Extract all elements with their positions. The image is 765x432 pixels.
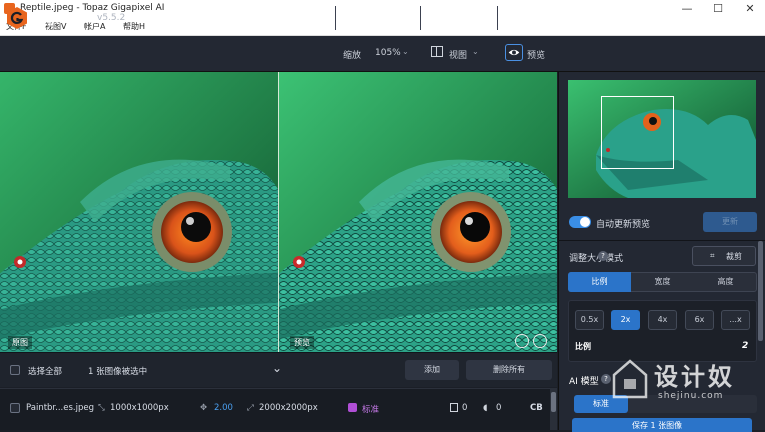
select-all-label[interactable]: 选择全部	[28, 365, 62, 377]
input-size: 1000x1000px	[110, 403, 169, 413]
smile-icon[interactable]	[515, 334, 529, 348]
crop-icon: ⌗	[710, 251, 715, 260]
model-badge: 标准	[362, 405, 380, 415]
watermark-text: 设计奴	[654, 363, 735, 391]
scale-4x-button[interactable]: 4x	[648, 310, 677, 330]
navigator-viewport-box[interactable]	[601, 96, 674, 169]
scale-0-5x-button[interactable]: 0.5x	[575, 310, 604, 330]
scale-value: 2.00	[214, 403, 233, 413]
app-version: v5.5.2	[97, 13, 126, 23]
watermark: 设计奴 shejinu.com	[612, 357, 765, 417]
help-icon[interactable]: ?	[598, 251, 608, 261]
view-control[interactable]	[420, 6, 492, 30]
select-all-checkbox[interactable]	[10, 365, 20, 375]
value-a: 0	[462, 403, 468, 413]
close-icon[interactable]: ✕	[735, 1, 765, 17]
menu-help[interactable]: 帮助H	[123, 21, 145, 32]
watermark-house-icon	[612, 359, 648, 399]
view-label[interactable]: 视图	[449, 48, 467, 61]
ai-model-label: AI 模型	[569, 377, 599, 387]
file-name[interactable]: Paintbr...es.jpeg	[26, 403, 94, 413]
sidebar-scrollbar[interactable]	[758, 241, 763, 341]
save-images-label: 保存 1 张图像	[632, 421, 683, 430]
zoom-value[interactable]: 105%	[375, 48, 401, 58]
minimize-icon[interactable]: —	[672, 1, 702, 17]
sidebar-divider	[558, 240, 765, 241]
crop-button[interactable]: ⌗ 裁剪	[692, 246, 756, 266]
format-label: CB	[530, 403, 543, 413]
file-checkbox[interactable]	[10, 403, 20, 413]
scale-2x-button[interactable]: 2x	[611, 310, 640, 330]
maximize-icon[interactable]: ☐	[703, 1, 733, 17]
image-selection-bar: 选择全部 1 张图像被选中 ⌄ 添加 删除所有	[0, 352, 557, 387]
chevron-down-icon[interactable]: ⌄	[272, 361, 282, 375]
add-button[interactable]: 添加	[405, 360, 459, 380]
eye-icon[interactable]	[505, 44, 523, 61]
scale-6x-button[interactable]: 6x	[685, 310, 714, 330]
original-pane[interactable]	[0, 72, 278, 352]
crop-label: 裁剪	[726, 252, 742, 261]
scale-label: 比例	[575, 342, 591, 351]
file-list-scroll-thumb[interactable]	[551, 392, 556, 412]
watermark-url: shejinu.com	[658, 391, 724, 401]
tab-scale[interactable]: 比例	[568, 272, 631, 292]
value-b: 0	[496, 403, 502, 413]
scale-value-field[interactable]: 2	[742, 341, 748, 351]
help-icon[interactable]: ?	[601, 374, 611, 384]
file-list: Paintbr...es.jpeg ⤡ 1000x1000px ✥ 2.00 ⤢…	[0, 388, 550, 430]
remove-all-button[interactable]: 删除所有	[466, 360, 552, 380]
auto-update-label: 自动更新预览	[596, 220, 651, 230]
zoom-label: 缩放	[343, 51, 362, 61]
reptile-preview-image	[279, 72, 557, 352]
resize-mode-label: 调整大小模式	[569, 254, 624, 264]
preview-tag: 预览	[290, 336, 314, 349]
output-size-icon: ⤢	[247, 403, 254, 413]
preview-control[interactable]	[497, 6, 557, 30]
tab-width[interactable]: 宽度	[631, 272, 694, 292]
image-viewer[interactable]: 原图 预览	[0, 72, 557, 352]
scale-custom-button[interactable]: ...x	[721, 310, 750, 330]
preview-label[interactable]: 预览	[527, 48, 545, 61]
output-size: 2000x2000px	[259, 403, 318, 413]
gigapixel-logo-icon	[7, 7, 27, 29]
reptile-original-image	[0, 72, 278, 352]
expand-icon: ✥	[200, 403, 208, 413]
chevron-down-icon[interactable]: ⌄	[472, 47, 479, 56]
tab-height[interactable]: 高度	[694, 272, 757, 292]
auto-update-toggle[interactable]	[569, 216, 591, 228]
speaker-icon: ◖	[483, 403, 488, 413]
split-view-icon[interactable]	[431, 46, 443, 57]
selected-count: 1 张图像被选中	[88, 367, 148, 377]
original-tag: 原图	[8, 336, 32, 349]
zoom-control[interactable]	[335, 6, 415, 30]
input-size-icon: ⤡	[98, 403, 105, 413]
image-icon	[450, 403, 458, 412]
frown-icon[interactable]	[533, 334, 547, 348]
preview-pane[interactable]	[279, 72, 557, 352]
update-preview-button[interactable]: 更新	[703, 212, 757, 232]
model-icon	[348, 403, 357, 412]
chevron-down-icon[interactable]: ⌄	[402, 47, 409, 56]
